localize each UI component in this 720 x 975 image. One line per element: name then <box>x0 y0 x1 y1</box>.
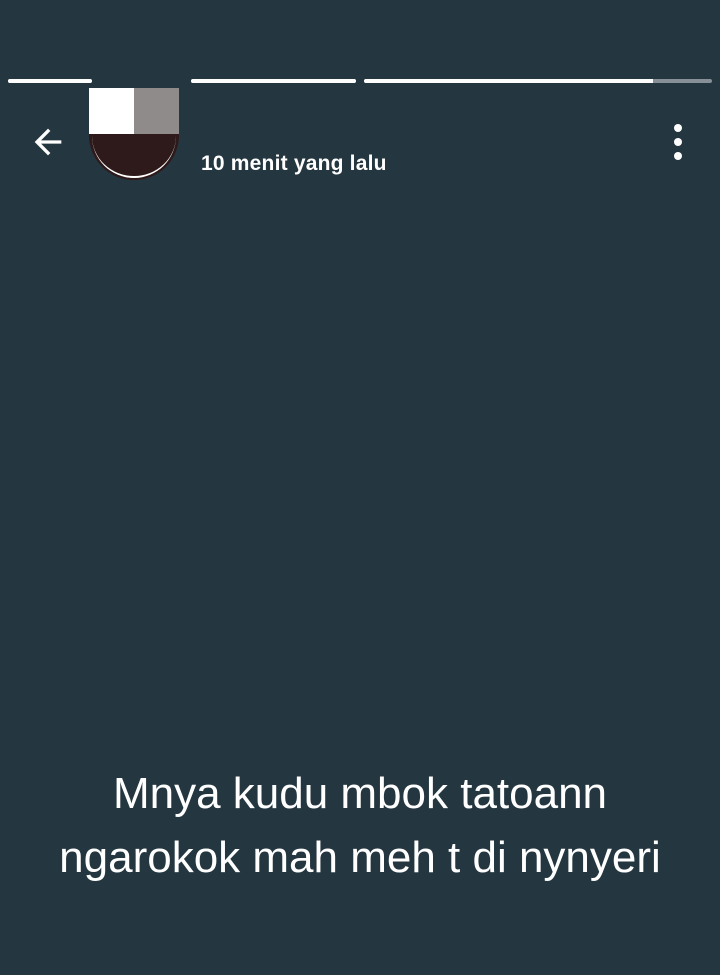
story-timestamp: 10 menit yang lalu <box>201 152 387 175</box>
progress-fill-3 <box>364 79 653 83</box>
more-vertical-icon <box>674 124 682 160</box>
progress-segment-2 <box>191 79 356 83</box>
progress-fill-2 <box>191 79 356 83</box>
progress-fill-1 <box>8 79 92 83</box>
back-button[interactable] <box>24 118 72 166</box>
story-progress-bar <box>8 79 712 84</box>
story-header: 10 menit yang lalu <box>0 88 720 198</box>
more-options-button[interactable] <box>658 120 698 164</box>
arrow-left-icon <box>34 128 62 156</box>
progress-segment-3 <box>364 79 712 83</box>
progress-segment-1 <box>8 79 92 83</box>
caption-line-1: Mnya kudu mbok tatoann <box>112 769 608 818</box>
avatar[interactable] <box>89 88 179 180</box>
caption-line-2: ngarokok mah meh t di nynyeri <box>59 833 661 882</box>
story-caption: Mnya kudu mbok tatoann ngarokok mah meh … <box>20 762 700 890</box>
